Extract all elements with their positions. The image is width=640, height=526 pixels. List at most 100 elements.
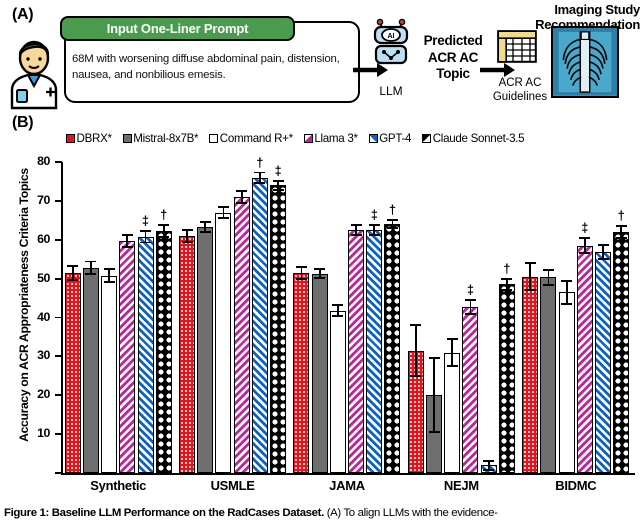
- significance-marker: ‡: [467, 282, 474, 297]
- significance-marker: †: [617, 209, 625, 224]
- legend-label: Mistral-8x7B*: [133, 131, 199, 145]
- bar: [137, 236, 154, 473]
- error-bar: [547, 269, 550, 286]
- error-bar-cap: [121, 234, 133, 237]
- bar: [179, 235, 196, 473]
- significance-marker: †: [160, 207, 168, 222]
- error-bar-cap: [350, 224, 362, 227]
- bar: [595, 252, 612, 473]
- legend-swatch-icon: [368, 133, 378, 143]
- error-bar-cap: [561, 279, 573, 282]
- error-bar-cap: [579, 236, 591, 239]
- bar: [348, 230, 365, 473]
- legend-label: Llama 3*: [314, 131, 358, 145]
- error-bar-cap: [314, 267, 326, 270]
- error-bar-cap: [217, 205, 229, 208]
- error-bar-cap: [542, 284, 554, 287]
- y-tick-label: 50: [37, 270, 50, 285]
- error-bar-cap: [579, 252, 591, 255]
- error-bar-cap: [597, 258, 609, 261]
- legend-label: Command R+*: [219, 131, 293, 145]
- bar-group-bidmc: ‡ †: [519, 162, 633, 473]
- legend-label: DBRX*: [76, 131, 113, 145]
- error-bar-cap: [501, 289, 513, 292]
- bar: [251, 177, 268, 473]
- legend-swatch-icon: [66, 133, 75, 143]
- legend-item-4: GPT-4: [368, 131, 412, 145]
- error-bar-cap: [597, 244, 609, 247]
- bar: [82, 267, 99, 473]
- bar: [462, 306, 479, 473]
- bar: [558, 292, 575, 473]
- error-bar-cap: [121, 245, 133, 248]
- bar: [311, 273, 328, 473]
- bar: [329, 310, 346, 473]
- x-axis-line: [61, 473, 635, 476]
- error-bar-cap: [615, 236, 627, 239]
- y-tick-label: 70: [37, 192, 50, 207]
- chart-legend: DBRX* Mistral-8x7B* Command R+* Llama 3* GPT…: [66, 130, 636, 146]
- error-bar-cap: [85, 273, 97, 275]
- chest-xray-icon: [551, 26, 619, 98]
- error-bar-cap: [501, 277, 513, 280]
- bar-group-usmle: † ‡: [175, 156, 289, 473]
- llm-label: LLM: [379, 84, 403, 98]
- error-bar-cap: [158, 224, 170, 226]
- acr-guidelines-label: ACR AC Guidelines: [492, 77, 548, 103]
- error-bar: [71, 265, 74, 280]
- error-bar-cap: [410, 324, 422, 327]
- y-tick-label: 80: [37, 154, 50, 168]
- panel-a-label: (A): [12, 6, 34, 23]
- error-bar-cap: [272, 189, 284, 191]
- group-label-usmle: USMLE: [210, 478, 255, 493]
- prompt-header-banner: Input One-Liner Prompt: [60, 16, 295, 41]
- ai-robot-icon: AI: [373, 18, 409, 65]
- legend-item-0: DBRX*: [66, 132, 112, 145]
- y-tick-label: 60: [37, 231, 50, 246]
- bar: [64, 272, 81, 473]
- error-bar-cap: [464, 298, 476, 301]
- legend-label: GPT-4: [379, 131, 412, 145]
- legend-item-3: Llama 3*: [303, 131, 358, 145]
- error-bar-cap: [254, 181, 266, 184]
- doctor-avatar-icon: [10, 40, 58, 110]
- error-bar: [414, 325, 417, 376]
- significance-marker: ‡: [274, 163, 282, 178]
- y-tick-label: 20: [37, 387, 50, 402]
- panel-b-label: (B): [12, 114, 34, 131]
- error-bar-cap: [295, 266, 307, 268]
- error-bar-cap: [410, 374, 422, 377]
- y-tick-label: 40: [37, 309, 50, 324]
- bar: [215, 212, 232, 473]
- error-bar-cap: [181, 240, 193, 243]
- svg-text:AI: AI: [388, 33, 395, 40]
- bar: [233, 197, 250, 473]
- bar: [384, 224, 401, 473]
- error-bar-cap: [332, 303, 344, 306]
- error-bar-cap: [368, 224, 380, 227]
- error-bar-cap: [272, 179, 284, 182]
- error-bar-cap: [67, 278, 79, 281]
- error-bar-cap: [314, 277, 326, 280]
- y-tick-label: 30: [37, 348, 50, 363]
- error-bar: [583, 237, 586, 254]
- caption-bold: Figure 1: Baseline LLM Performance on th…: [4, 507, 324, 519]
- figure-root: (A) Input One-Liner Prompt 68M with wors…: [0, 0, 640, 526]
- error-bar-cap: [561, 302, 573, 305]
- significance-marker: †: [503, 261, 511, 276]
- error-bar-cap: [446, 337, 458, 340]
- significance-marker: ‡: [370, 208, 378, 223]
- prompt-text: 68M with worsening diffuse abdominal pai…: [72, 53, 340, 81]
- bar: [293, 272, 310, 473]
- error-bar-cap: [199, 230, 211, 233]
- bar: [270, 185, 287, 473]
- legend-swatch-icon: [122, 133, 132, 143]
- bar: [613, 231, 630, 473]
- group-label-synthetic: Synthetic: [90, 478, 147, 493]
- y-tick-label: 10: [37, 426, 50, 441]
- error-bar-cap: [295, 277, 307, 280]
- error-bar-cap: [386, 227, 398, 230]
- error-bar-cap: [428, 431, 440, 434]
- error-bar-cap: [254, 171, 266, 174]
- group-label-jama: JAMA: [329, 478, 365, 493]
